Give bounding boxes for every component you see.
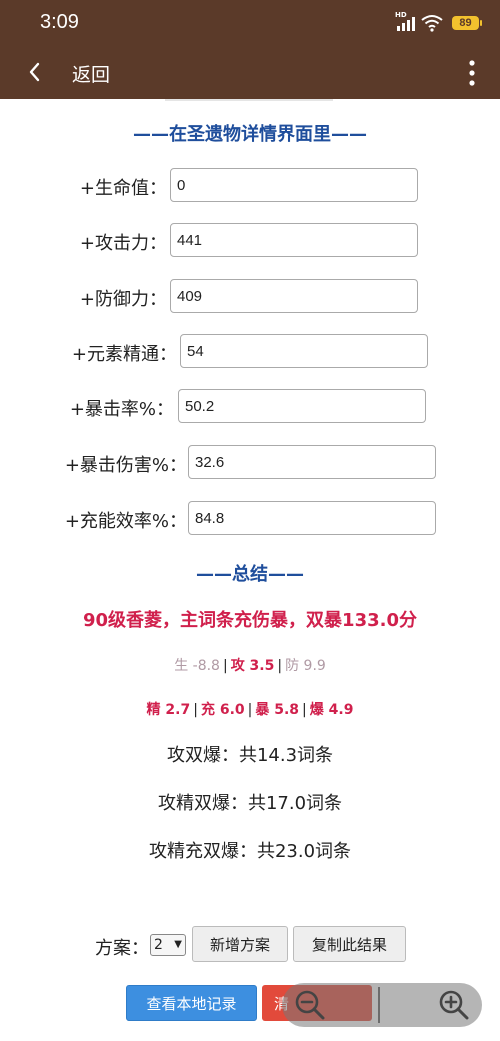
zoom-out-icon[interactable] (292, 987, 328, 1023)
summary-result: 90级香菱，主词条充伤暴，双暴133.0分 (83, 610, 417, 631)
view-local-records-button[interactable]: 查看本地记录 (126, 985, 257, 1021)
plan-row: 方案： 2 ▼ 新增方案 复制此结果 (0, 926, 500, 962)
zoom-in-icon[interactable] (436, 987, 472, 1023)
plan-select[interactable]: 2 ▼ (150, 934, 186, 956)
total-line-atk-em-crit: 攻精双爆：共17.0词条 (157, 793, 343, 814)
score-separator: | (193, 702, 198, 718)
score-er: 充 6.0 (200, 702, 245, 718)
field-label: +攻击力： (79, 233, 167, 254)
add-plan-button[interactable]: 新增方案 (192, 926, 288, 962)
status-time: 3:09 (40, 11, 79, 33)
top-divider (165, 99, 333, 101)
field-label: +暴击伤害%： (64, 455, 187, 476)
plan-select-value: 2 (154, 937, 163, 953)
field-row-atk: +攻击力： (0, 223, 500, 259)
score-cd: 爆 4.9 (309, 702, 354, 718)
score-atk: 攻 3.5 (230, 658, 275, 674)
crit-dmg-input[interactable] (188, 445, 436, 479)
more-vert-icon[interactable] (466, 59, 478, 87)
zoom-divider (378, 987, 380, 1023)
score-line-2: 精 2.7 | 充 6.0 | 暴 5.8 | 爆 4.9 (0, 699, 500, 719)
score-separator: | (222, 658, 228, 674)
energy-recharge-input[interactable] (188, 501, 436, 535)
score-cr: 暴 5.8 (255, 702, 300, 718)
total-line-atk-crit: 攻双爆：共14.3词条 (166, 745, 334, 766)
caret-down-icon: ▼ (174, 939, 182, 950)
score-separator: | (277, 658, 283, 674)
field-label: +元素精通： (71, 344, 177, 365)
field-row-cr: +暴击率%： (0, 389, 500, 425)
total-line-atk-em-er-crit: 攻精充双爆：共23.0词条 (148, 841, 352, 862)
field-row-hp: +生命值： (0, 168, 500, 204)
field-label: +暴击率%： (69, 399, 174, 420)
plan-label: 方案： (95, 938, 149, 959)
app-bar: 返回 (0, 47, 500, 99)
summary-title: ——总结—— (196, 564, 304, 585)
score-separator: | (247, 702, 253, 718)
status-bar: 3:09 HD 89 (0, 0, 500, 47)
em-input[interactable] (180, 334, 428, 368)
atk-input[interactable] (170, 223, 418, 257)
back-label[interactable]: 返回 (72, 60, 110, 87)
score-hp: 生 -8.8 (174, 658, 220, 674)
score-em: 精 2.7 (146, 702, 191, 718)
field-label: +生命值： (79, 178, 167, 199)
copy-result-button[interactable]: 复制此结果 (293, 926, 406, 962)
battery-icon: 89 (452, 16, 482, 30)
score-line-1: 生 -8.8 | 攻 3.5 | 防 9.9 (0, 655, 500, 675)
score-def: 防 9.9 (285, 658, 326, 674)
wifi-icon (421, 15, 443, 32)
field-row-er: +充能效率%： (0, 501, 500, 537)
crit-rate-input[interactable] (178, 389, 426, 423)
field-row-cd: +暴击伤害%： (0, 445, 500, 481)
zoom-control (282, 983, 482, 1027)
field-row-def: +防御力： (0, 279, 500, 315)
def-input[interactable] (170, 279, 418, 313)
hp-input[interactable] (170, 168, 418, 202)
section-title: ——在圣遗物详情界面里—— (133, 124, 367, 145)
score-separator: | (302, 702, 307, 718)
signal-icon (397, 17, 415, 31)
field-label: +充能效率%： (64, 511, 187, 532)
field-row-em: +元素精通： (0, 334, 500, 370)
back-arrow-icon[interactable] (24, 59, 46, 85)
field-label: +防御力： (79, 289, 167, 310)
